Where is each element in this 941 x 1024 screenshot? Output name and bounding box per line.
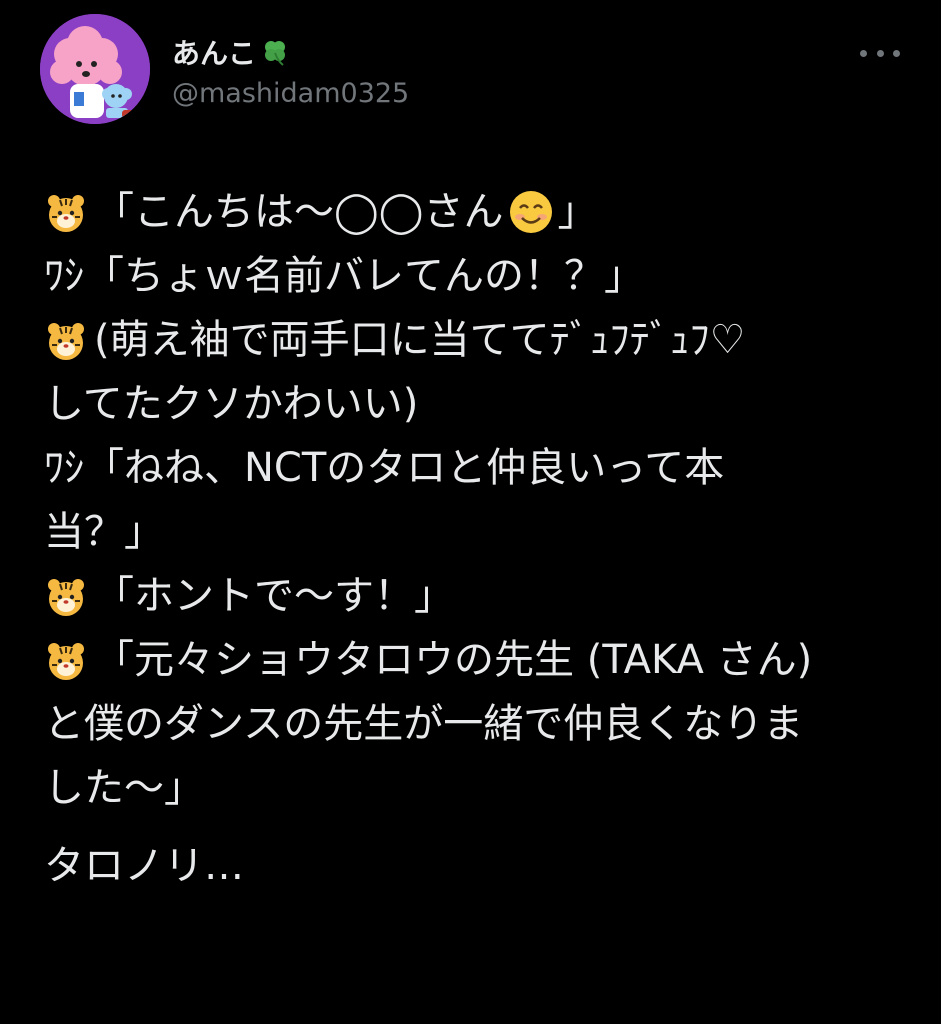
tweet-text: 「こんちは～◯◯さん 」 ﾜｼ「ちょｗ名前バレてんの！？」 (萌え袖で両手口に当…	[44, 180, 914, 898]
more-options-button[interactable]	[860, 38, 900, 68]
tweet-line-text: タロノリ…	[44, 843, 244, 889]
clover-icon	[260, 37, 290, 67]
tweet-line: ﾜｼ「ちょｗ名前バレてんの！？」	[44, 244, 914, 308]
handle[interactable]: @mashidam0325	[172, 78, 409, 109]
tweet-line-text: 「元々ショウタロウの先生 (TAKA さん)	[94, 637, 813, 683]
tweet-line-text: 」	[557, 189, 598, 235]
tweet-line: ﾜｼ「ねね、NCTのタロと仲良いって本	[44, 436, 914, 500]
more-dot-icon	[893, 49, 900, 57]
tweet-line-text: 「ホントで～す！」	[94, 573, 454, 619]
tweet-line-text: した～」	[44, 765, 204, 811]
tweet-line: と僕のダンスの先生が一緒で仲良くなりま	[44, 692, 914, 756]
tweet-line-text: 当？」	[44, 509, 164, 555]
tweet-line-text: ﾜｼ「ねね、NCTのタロと仲良いって本	[44, 445, 725, 491]
tweet-line: 当？」	[44, 500, 914, 564]
tweet-line: 「こんちは～◯◯さん 」	[44, 180, 914, 244]
tiger-icon	[44, 190, 88, 234]
tweet-line: 「ホントで～す！」	[44, 564, 914, 628]
tweet-line-text: してたクソかわいい)	[44, 381, 419, 427]
tweet-line-text: ﾜｼ「ちょｗ名前バレてんの！？」	[44, 253, 644, 299]
tweet-line: してたクソかわいい)	[44, 372, 914, 436]
tiger-icon	[44, 318, 88, 362]
display-name-row[interactable]: あんこ	[172, 32, 409, 72]
tweet-header: あんこ @mashidam0325	[40, 14, 900, 126]
tweet-line-text: (萌え袖で両手口に当ててﾃﾞｭﾌﾃﾞｭﾌ♡	[94, 317, 746, 363]
tweet-line: した～」	[44, 756, 914, 820]
tweet-line-text: 「こんちは～◯◯さん	[94, 189, 504, 235]
tiger-icon	[44, 638, 88, 682]
tweet-line: (萌え袖で両手口に当ててﾃﾞｭﾌﾃﾞｭﾌ♡	[44, 308, 914, 372]
avatar-pink-poodle-icon	[40, 14, 150, 124]
author-info: あんこ @mashidam0325	[172, 32, 409, 109]
tweet-line: 「元々ショウタロウの先生 (TAKA さん)	[44, 628, 914, 692]
more-dot-icon	[860, 49, 867, 57]
tweet-line-text: と僕のダンスの先生が一緒で仲良くなりま	[44, 701, 804, 747]
display-name[interactable]: あんこ	[172, 32, 256, 72]
smile-icon	[508, 189, 554, 235]
avatar[interactable]	[40, 14, 150, 124]
tiger-icon	[44, 574, 88, 618]
more-dot-icon	[876, 49, 884, 57]
tweet-line: タロノリ…	[44, 834, 914, 898]
